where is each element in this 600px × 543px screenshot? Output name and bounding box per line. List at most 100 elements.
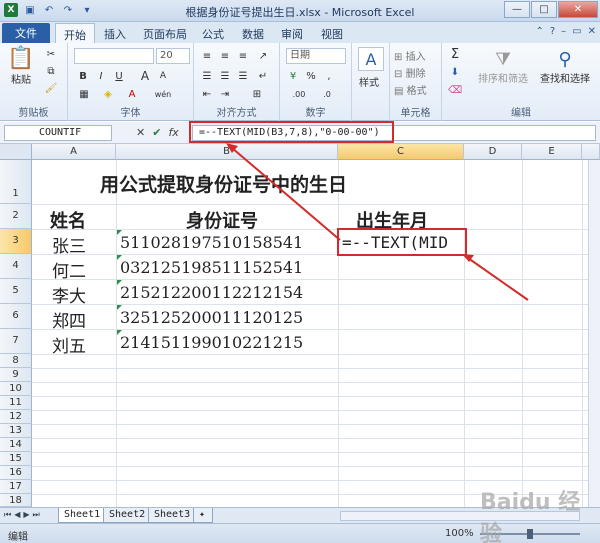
tab-insert[interactable]: 插入 [104,26,126,42]
align-middle-icon[interactable]: ≡ [218,49,232,63]
row-header[interactable]: 3 [0,229,32,254]
tab-file[interactable]: 文件 [2,23,50,43]
insert-sheet-icon[interactable]: ✦ [193,508,213,523]
tab-view[interactable]: 视图 [321,26,343,42]
align-right-icon[interactable]: ☰ [236,69,250,83]
column-header-f[interactable] [582,144,600,160]
row-header[interactable]: 18 [0,494,32,507]
copy-icon[interactable]: ⧉ [44,64,58,78]
align-left-icon[interactable]: ☰ [200,69,214,83]
font-name-dropdown[interactable] [74,48,154,64]
column-header-c[interactable]: C [338,144,464,160]
name-box[interactable]: COUNTIF [4,125,112,141]
fill-icon[interactable]: ⬇ [448,65,462,79]
column-header-e[interactable]: E [522,144,582,160]
cancel-icon[interactable]: ✕ [136,126,145,139]
grow-font-button[interactable]: A [138,69,152,83]
id-cell[interactable]: 511028197510158541 [120,233,303,252]
tab-data[interactable]: 数据 [242,26,264,42]
header-id-cell[interactable]: 身份证号 [186,207,258,233]
row-header[interactable]: 7 [0,329,32,354]
insert-cells-button[interactable]: ⊞ 插入 [394,48,426,63]
help-icon[interactable]: ? [550,26,555,37]
workbook-minimize-icon[interactable]: – [561,26,566,37]
align-center-icon[interactable]: ☰ [218,69,232,83]
row-header[interactable]: 16 [0,466,32,480]
tab-formulas[interactable]: 公式 [202,26,224,42]
name-cell[interactable]: 何二 [52,257,86,282]
last-sheet-icon[interactable]: ⏭ [33,510,40,520]
row-header[interactable]: 15 [0,452,32,466]
row-header[interactable]: 11 [0,396,32,410]
minimize-button[interactable]: — [504,1,530,18]
row-header[interactable]: 10 [0,382,32,396]
id-cell[interactable]: 325125200011120125 [120,308,303,327]
worksheet-grid[interactable]: A B C D E 1 2 3 4 5 6 7 8 9 10 11 12 13 … [0,144,600,507]
row-header[interactable]: 12 [0,410,32,424]
shrink-font-button[interactable]: A [156,69,170,83]
styles-button-label[interactable]: 样式 [359,74,379,89]
find-select-button[interactable]: ⚲ 查找和选择 [534,45,596,89]
wrap-text-icon[interactable]: ↵ [256,69,270,83]
increase-decimal-button[interactable]: .00 [288,87,310,101]
tab-page-layout[interactable]: 页面布局 [143,26,187,42]
row-header[interactable]: 8 [0,354,32,368]
percent-button[interactable]: % [304,69,318,83]
row-header[interactable]: 4 [0,254,32,279]
orientation-icon[interactable]: ↗ [256,49,270,63]
border-icon[interactable]: ▦ [76,87,92,101]
paste-button[interactable]: 📋 粘贴 [4,46,38,86]
name-cell[interactable]: 刘五 [52,332,86,357]
minimize-ribbon-icon[interactable]: ⌃ [535,26,543,37]
row-header[interactable]: 1 [0,160,32,204]
currency-icon[interactable]: ¥ [286,69,300,83]
maximize-button[interactable]: □ [531,1,557,18]
underline-button[interactable]: U [112,69,126,83]
format-cells-button[interactable]: ▤ 格式 [394,82,427,97]
name-cell[interactable]: 郑四 [52,307,86,332]
row-header[interactable]: 17 [0,480,32,494]
tab-home[interactable]: 开始 [55,23,95,43]
zoom-level[interactable]: 100% [445,528,474,539]
id-cell[interactable]: 214151199010221215 [120,333,303,352]
align-bottom-icon[interactable]: ≡ [236,49,250,63]
prev-sheet-icon[interactable]: ◀ [14,510,20,520]
clear-icon[interactable]: ⌫ [448,83,462,97]
align-top-icon[interactable]: ≡ [200,49,214,63]
column-header-b[interactable]: B [116,144,338,160]
row-header[interactable]: 6 [0,304,32,329]
styles-icon[interactable]: A [358,47,384,71]
format-painter-icon[interactable]: 🖌 [44,81,58,95]
font-size-dropdown[interactable]: 20 [156,48,190,64]
comma-button[interactable]: , [322,69,336,83]
id-cell[interactable]: 032125198511152541 [120,258,303,277]
close-button[interactable]: ✕ [558,1,598,18]
sheet-tab-3[interactable]: Sheet3 [148,508,197,523]
decrease-indent-icon[interactable]: ⇤ [200,87,214,101]
name-cell[interactable]: 李大 [52,282,86,307]
workbook-close-icon[interactable]: ✕ [588,26,596,37]
next-sheet-icon[interactable]: ▶ [23,510,29,520]
select-all-corner[interactable] [0,144,32,160]
column-header-d[interactable]: D [464,144,522,160]
enter-icon[interactable]: ✔ [152,126,161,139]
insert-function-icon[interactable]: fx [168,126,178,139]
cut-icon[interactable]: ✂ [44,47,58,61]
row-header[interactable]: 2 [0,204,32,229]
row-header[interactable]: 14 [0,438,32,452]
sort-filter-button[interactable]: ⧩ 排序和筛选 [472,45,534,89]
autosum-button[interactable]: Σ [448,47,462,62]
vertical-scrollbar[interactable] [588,160,600,507]
first-sheet-icon[interactable]: ⏮ [4,510,11,520]
row-header[interactable]: 5 [0,279,32,304]
delete-cells-button[interactable]: ⊟ 删除 [394,65,426,80]
row-header[interactable]: 13 [0,424,32,438]
fill-color-icon[interactable]: ◈ [100,87,116,101]
font-color-icon[interactable]: A [124,87,140,101]
bold-button[interactable]: B [76,69,90,83]
sheet-tab-2[interactable]: Sheet2 [103,508,152,523]
number-format-dropdown[interactable]: 日期 [286,48,346,64]
row-header[interactable]: 9 [0,368,32,382]
header-name-cell[interactable]: 姓名 [50,207,86,233]
id-cell[interactable]: 215212200112212154 [120,283,303,302]
